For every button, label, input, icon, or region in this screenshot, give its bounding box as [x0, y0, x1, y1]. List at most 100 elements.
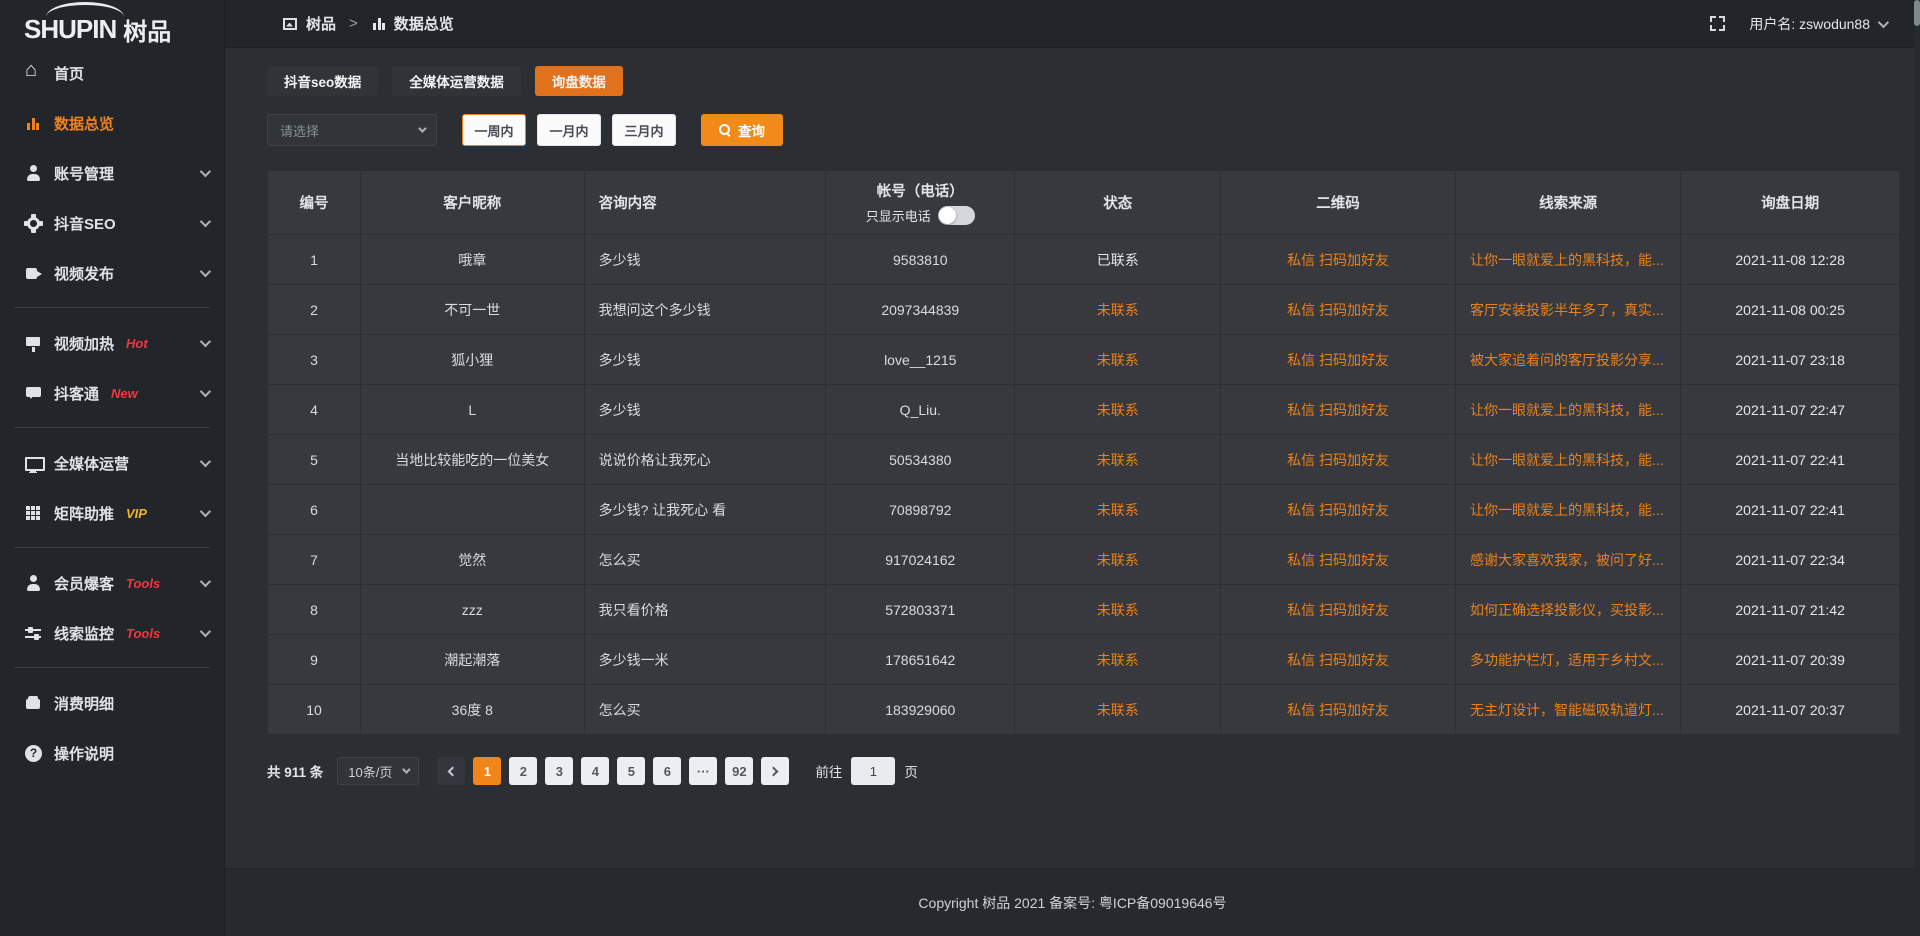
goto-page-input[interactable]	[851, 757, 895, 785]
lead-source-link[interactable]: 客厅安装投影半年多了，真实...	[1456, 285, 1681, 335]
chevron-down-icon	[200, 266, 211, 277]
total-count-label: 共 911 条	[267, 761, 323, 781]
topbar-right: 用户名: zswodun88	[1710, 14, 1886, 34]
sidebar-item[interactable]: 消费明细	[0, 678, 224, 728]
qr-code-link[interactable]: 私信 扫码加好友	[1221, 385, 1456, 435]
page-button[interactable]: 4	[581, 757, 609, 785]
qr-code-link[interactable]: 私信 扫码加好友	[1221, 335, 1456, 385]
main-column: 树品 > 数据总览 用户名: zswodun88 抖音seo数据 全媒体运营数据	[225, 0, 1920, 936]
next-page-button[interactable]	[761, 757, 789, 785]
lead-source-link[interactable]: 让你一眼就爱上的黑科技，能...	[1456, 485, 1681, 535]
toggle-knob	[939, 207, 956, 224]
lead-source-link[interactable]: 让你一眼就爱上的黑科技，能...	[1456, 385, 1681, 435]
qr-code-link[interactable]: 私信 扫码加好友	[1221, 585, 1456, 635]
qr-code-link[interactable]: 私信 扫码加好友	[1221, 435, 1456, 485]
col-header-date: 询盘日期	[1681, 171, 1900, 235]
phone-only-toggle[interactable]	[938, 206, 975, 225]
sidebar-item[interactable]: 抖客通 New	[0, 368, 224, 418]
sidebar-item[interactable]: 线索监控 Tools	[0, 608, 224, 658]
table-header: 编号 客户昵称 咨询内容 帐号（电话） 只显示电话 状态 二维码 线索来源	[268, 171, 1900, 235]
sidebar-item[interactable]: 账号管理	[0, 148, 224, 198]
inquiry-content: 多少钱? 让我死心 看	[584, 485, 826, 535]
page-button[interactable]: 3	[545, 757, 573, 785]
lead-source-link[interactable]: 如何正确选择投影仪，买投影...	[1456, 585, 1681, 635]
qr-code-link[interactable]: 私信 扫码加好友	[1221, 485, 1456, 535]
period-button[interactable]: 一周内	[462, 114, 526, 146]
sidebar-item-label: 视频发布	[54, 263, 114, 284]
status-label: 未联系	[1015, 285, 1221, 335]
fullscreen-icon[interactable]	[1710, 16, 1725, 31]
topbar: 树品 > 数据总览 用户名: zswodun88	[225, 0, 1920, 48]
breadcrumb-root[interactable]: 树品	[306, 13, 336, 34]
lead-source-link[interactable]: 感谢大家喜欢我家，被问了好...	[1456, 535, 1681, 585]
tab-button[interactable]: 询盘数据	[535, 66, 623, 96]
status-label: 未联系	[1015, 535, 1221, 585]
customer-nick: 36度 8	[361, 685, 585, 735]
chevron-left-icon	[448, 766, 458, 776]
scrollbar-thumb[interactable]	[1914, 0, 1920, 26]
customer-nick: 当地比较能吃的一位美女	[361, 435, 585, 485]
status-label: 未联系	[1015, 585, 1221, 635]
chevron-down-icon	[200, 336, 211, 347]
username-label: 用户名: zswodun88	[1749, 14, 1870, 34]
page-button[interactable]: 92	[725, 757, 753, 785]
inquiry-date: 2021-11-07 22:41	[1681, 485, 1900, 535]
user-menu[interactable]: 用户名: zswodun88	[1749, 14, 1886, 34]
search-button[interactable]: 查询	[701, 114, 783, 146]
page-button[interactable]: 6	[653, 757, 681, 785]
filter-select[interactable]: 请选择	[267, 114, 437, 146]
brand-logo[interactable]: SHUPIN 树品	[0, 0, 224, 48]
sidebar-menu: 首页 数据总览 账号管理	[0, 48, 224, 778]
row-number: 5	[268, 435, 361, 485]
chevron-down-icon	[200, 166, 211, 177]
inquiry-content: 多少钱一米	[584, 635, 826, 685]
scrollbar[interactable]	[1914, 0, 1920, 936]
page-footer: Copyright 树品 2021 备案号: 粤ICP备09019646号	[225, 868, 1920, 936]
tab-button[interactable]: 抖音seo数据	[267, 66, 378, 96]
sidebar-item-label: 账号管理	[54, 163, 114, 184]
sidebar-item[interactable]: 抖音SEO	[0, 198, 224, 248]
sidebar-item-label: 线索监控	[54, 623, 114, 644]
qr-code-link[interactable]: 私信 扫码加好友	[1221, 635, 1456, 685]
sidebar-item[interactable]: 操作说明	[0, 728, 224, 778]
page-button[interactable]: 2	[509, 757, 537, 785]
lead-source-link[interactable]: 让你一眼就爱上的黑科技，能...	[1456, 435, 1681, 485]
lead-source-link[interactable]: 被大家追着问的客厅投影分享...	[1456, 335, 1681, 385]
sidebar-item-label: 全媒体运营	[54, 453, 129, 474]
account-phone: 70898792	[826, 485, 1015, 535]
period-button[interactable]: 一月内	[537, 114, 601, 146]
qr-code-link[interactable]: 私信 扫码加好友	[1221, 285, 1456, 335]
copyright-label: Copyright 树品 2021 备案号: 粤ICP备09019646号	[918, 893, 1226, 913]
qr-code-link[interactable]: 私信 扫码加好友	[1221, 685, 1456, 735]
sidebar-item[interactable]: 矩阵助推 VIP	[0, 488, 224, 538]
search-button-label: 查询	[738, 120, 765, 140]
brand-frame-icon	[283, 18, 297, 30]
page-size-select[interactable]: 10条/页	[337, 757, 419, 785]
period-button[interactable]: 三月内	[612, 114, 676, 146]
page-button[interactable]: ···	[689, 757, 717, 785]
page-button[interactable]: 5	[617, 757, 645, 785]
row-number: 3	[268, 335, 361, 385]
qr-code-link[interactable]: 私信 扫码加好友	[1221, 535, 1456, 585]
sidebar-item[interactable]: 视频发布	[0, 248, 224, 298]
sidebar-item[interactable]: 视频加热 Hot	[0, 318, 224, 368]
inquiry-date: 2021-11-07 20:37	[1681, 685, 1900, 735]
tab-button[interactable]: 全媒体运营数据	[392, 66, 521, 96]
inquiry-date: 2021-11-07 21:42	[1681, 585, 1900, 635]
lead-source-link[interactable]: 多功能护栏灯，适用于乡村文...	[1456, 635, 1681, 685]
sidebar-item[interactable]: 首页	[0, 48, 224, 98]
logo-arc-decoration	[46, 2, 124, 17]
wallet-icon	[25, 695, 42, 712]
sidebar-item[interactable]: 数据总览	[0, 98, 224, 148]
status-label: 未联系	[1015, 385, 1221, 435]
page-button[interactable]: 1	[473, 757, 501, 785]
inquiry-content: 多少钱	[584, 335, 826, 385]
sidebar-item-label: 抖客通	[54, 383, 99, 404]
lead-source-link[interactable]: 让你一眼就爱上的黑科技，能...	[1456, 235, 1681, 285]
sidebar-item[interactable]: 全媒体运营	[0, 438, 224, 488]
app: SHUPIN 树品 首页 数据总览	[0, 0, 1920, 936]
prev-page-button[interactable]	[437, 757, 465, 785]
sidebar-item[interactable]: 会员爆客 Tools	[0, 558, 224, 608]
lead-source-link[interactable]: 无主灯设计，智能磁吸轨道灯...	[1456, 685, 1681, 735]
qr-code-link[interactable]: 私信 扫码加好友	[1221, 235, 1456, 285]
